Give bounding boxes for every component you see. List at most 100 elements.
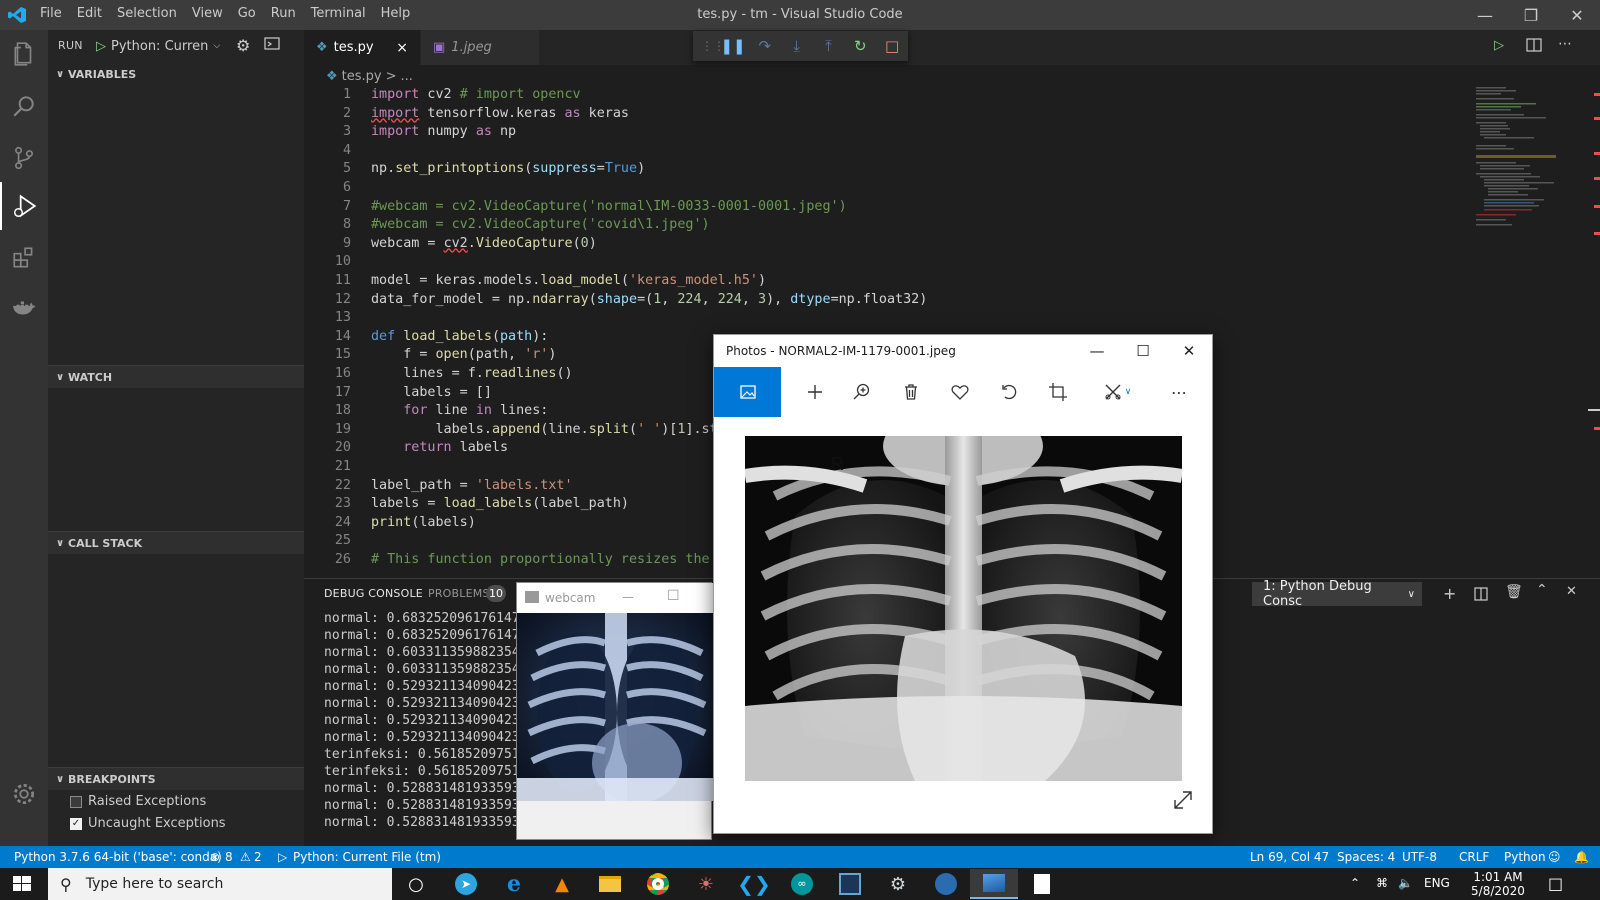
vlc-button[interactable]: ▲ bbox=[538, 869, 586, 899]
close-window-button[interactable]: ✕ bbox=[1554, 0, 1600, 30]
edge-button[interactable]: e bbox=[490, 869, 538, 899]
cursor-position[interactable]: Ln 69, Col 47 bbox=[1250, 850, 1329, 864]
trash-icon[interactable]: 🗑 bbox=[1505, 584, 1523, 600]
run-file-icon[interactable]: ▷ bbox=[1494, 38, 1504, 53]
maximize-button[interactable]: ☐ bbox=[667, 588, 680, 604]
debug-config-select[interactable]: ▷ Python: Curren ⌵ bbox=[96, 35, 226, 57]
rotate-button[interactable] bbox=[984, 367, 1034, 417]
run-debug-button[interactable] bbox=[0, 182, 48, 230]
see-all-photos-button[interactable] bbox=[714, 367, 781, 417]
notepad-button[interactable] bbox=[1018, 869, 1066, 899]
webcam-titlebar[interactable]: webcam — ☐ bbox=[517, 583, 713, 613]
run-config[interactable]: Python: Current File (tm) bbox=[293, 850, 441, 864]
file-explorer-button[interactable] bbox=[586, 869, 634, 899]
zoom-button[interactable] bbox=[837, 367, 887, 417]
extensions-button[interactable] bbox=[0, 234, 48, 282]
step-into-button[interactable]: ⤓ bbox=[781, 31, 813, 61]
breadcrumb[interactable]: ❖ tes.py > ... bbox=[304, 65, 413, 87]
debug-console-toggle[interactable] bbox=[264, 36, 282, 52]
arduino-button[interactable]: ∞ bbox=[778, 869, 826, 899]
app-button[interactable] bbox=[826, 869, 874, 899]
app-button[interactable] bbox=[922, 869, 970, 899]
action-center-icon[interactable]: □ bbox=[1548, 874, 1563, 893]
minimize-button[interactable]: — bbox=[622, 590, 634, 604]
step-out-button[interactable]: ⤒ bbox=[812, 31, 844, 61]
tab-tes-py[interactable]: ❖ tes.py × bbox=[304, 30, 420, 65]
add-to-button[interactable] bbox=[790, 367, 840, 417]
terminal-select[interactable]: 1: Python Debug Consc ∨ bbox=[1252, 579, 1422, 609]
photos-taskbar-button[interactable] bbox=[970, 869, 1018, 899]
network-icon[interactable]: ⌘ bbox=[1376, 876, 1388, 890]
restore-button[interactable]: ❐ bbox=[1508, 0, 1554, 30]
restart-button[interactable]: ↻ bbox=[844, 31, 876, 61]
warning-count[interactable]: 2 bbox=[254, 850, 262, 864]
menu-run[interactable]: Run bbox=[271, 6, 296, 21]
app-button[interactable]: ⚙ bbox=[874, 869, 922, 899]
split-editor-button[interactable] bbox=[1526, 37, 1542, 53]
gear-icon[interactable]: ⚙ bbox=[236, 36, 250, 55]
maximize-button[interactable]: ☐ bbox=[1120, 335, 1166, 367]
close-panel-icon[interactable]: ✕ bbox=[1566, 584, 1577, 599]
cortana-button[interactable]: ○ bbox=[392, 869, 440, 899]
start-debug-icon[interactable]: ▷ bbox=[96, 39, 106, 54]
chrome-button[interactable] bbox=[634, 869, 682, 899]
menu-help[interactable]: Help bbox=[381, 6, 411, 21]
encoding[interactable]: UTF-8 bbox=[1402, 850, 1437, 864]
checkbox[interactable] bbox=[70, 795, 82, 808]
start-button[interactable] bbox=[12, 875, 32, 893]
volume-icon[interactable]: 🔈 bbox=[1398, 876, 1413, 890]
fullscreen-button[interactable] bbox=[1172, 789, 1194, 811]
docker-button[interactable] bbox=[0, 284, 48, 332]
drag-handle-icon[interactable]: ⋮⋮ bbox=[701, 39, 725, 53]
photos-window[interactable]: Photos - NORMAL2-IM-1179-0001.jpeg — ☐ ✕… bbox=[713, 334, 1213, 834]
app-button[interactable]: ☀ bbox=[682, 869, 730, 899]
breadcrumb-file[interactable]: tes.py bbox=[342, 69, 382, 84]
close-icon[interactable]: × bbox=[396, 40, 408, 56]
split-terminal-button[interactable] bbox=[1474, 587, 1488, 601]
more-actions-icon[interactable]: ⋯ bbox=[1558, 36, 1572, 52]
breakpoint-raised-exceptions[interactable]: Raised Exceptions bbox=[70, 794, 206, 809]
section-variables[interactable]: ∨ VARIABLES bbox=[48, 63, 304, 85]
manage-button[interactable] bbox=[0, 770, 48, 818]
feedback-icon[interactable]: ☺ bbox=[1548, 850, 1561, 864]
telegram-button[interactable]: ➤ bbox=[442, 869, 490, 899]
explorer-button[interactable] bbox=[0, 30, 48, 78]
show-hidden-icons[interactable]: ⌃ bbox=[1350, 876, 1360, 890]
tab-1-jpeg[interactable]: ▣ 1.jpeg bbox=[421, 30, 539, 65]
section-breakpoints[interactable]: ∨ BREAKPOINTS bbox=[48, 768, 304, 790]
menu-edit[interactable]: Edit bbox=[77, 6, 102, 21]
vscode-taskbar-button[interactable]: ❮❯ bbox=[730, 869, 778, 899]
delete-button[interactable] bbox=[886, 367, 936, 417]
tab-problems[interactable]: PROBLEMS bbox=[428, 587, 490, 600]
webcam-window[interactable]: webcam — ☐ bbox=[516, 582, 713, 840]
error-count[interactable]: 8 bbox=[225, 850, 233, 864]
breakpoint-uncaught-exceptions[interactable]: ✓ Uncaught Exceptions bbox=[70, 816, 226, 831]
step-over-button[interactable]: ↷ bbox=[749, 31, 781, 61]
section-watch[interactable]: ∨ WATCH bbox=[48, 366, 304, 388]
stop-button[interactable]: □ bbox=[876, 31, 908, 61]
menu-file[interactable]: File bbox=[40, 6, 62, 21]
search-button[interactable] bbox=[0, 82, 48, 130]
editor-scrollbar[interactable] bbox=[1586, 87, 1600, 575]
section-call-stack[interactable]: ∨ CALL STACK bbox=[48, 532, 304, 554]
crop-button[interactable] bbox=[1033, 367, 1083, 417]
favorite-button[interactable] bbox=[935, 367, 985, 417]
language-mode[interactable]: Python bbox=[1504, 850, 1546, 864]
tab-debug-console[interactable]: DEBUG CONSOLE bbox=[324, 587, 423, 600]
chevron-up-icon[interactable]: ⌃ bbox=[1536, 582, 1548, 598]
menu-view[interactable]: View bbox=[192, 6, 223, 21]
edit-create-button[interactable]: ∨ bbox=[1092, 367, 1142, 417]
end-of-line[interactable]: CRLF bbox=[1459, 850, 1489, 864]
more-options-button[interactable]: ⋯ bbox=[1154, 367, 1204, 417]
warning-icon[interactable]: ⚠ bbox=[240, 850, 251, 864]
menu-selection[interactable]: Selection bbox=[117, 6, 177, 21]
error-icon[interactable]: ⊗ bbox=[210, 850, 220, 864]
menu-go[interactable]: Go bbox=[238, 6, 256, 21]
minimap[interactable] bbox=[1474, 87, 1584, 247]
breadcrumb-rest[interactable]: ... bbox=[401, 69, 413, 84]
clock[interactable]: 1:01 AM 5/8/2020 bbox=[1466, 870, 1530, 898]
source-control-button[interactable] bbox=[0, 134, 48, 182]
minimize-button[interactable]: — bbox=[1074, 335, 1120, 367]
new-terminal-icon[interactable]: + bbox=[1443, 584, 1456, 603]
checkbox[interactable]: ✓ bbox=[70, 817, 82, 830]
